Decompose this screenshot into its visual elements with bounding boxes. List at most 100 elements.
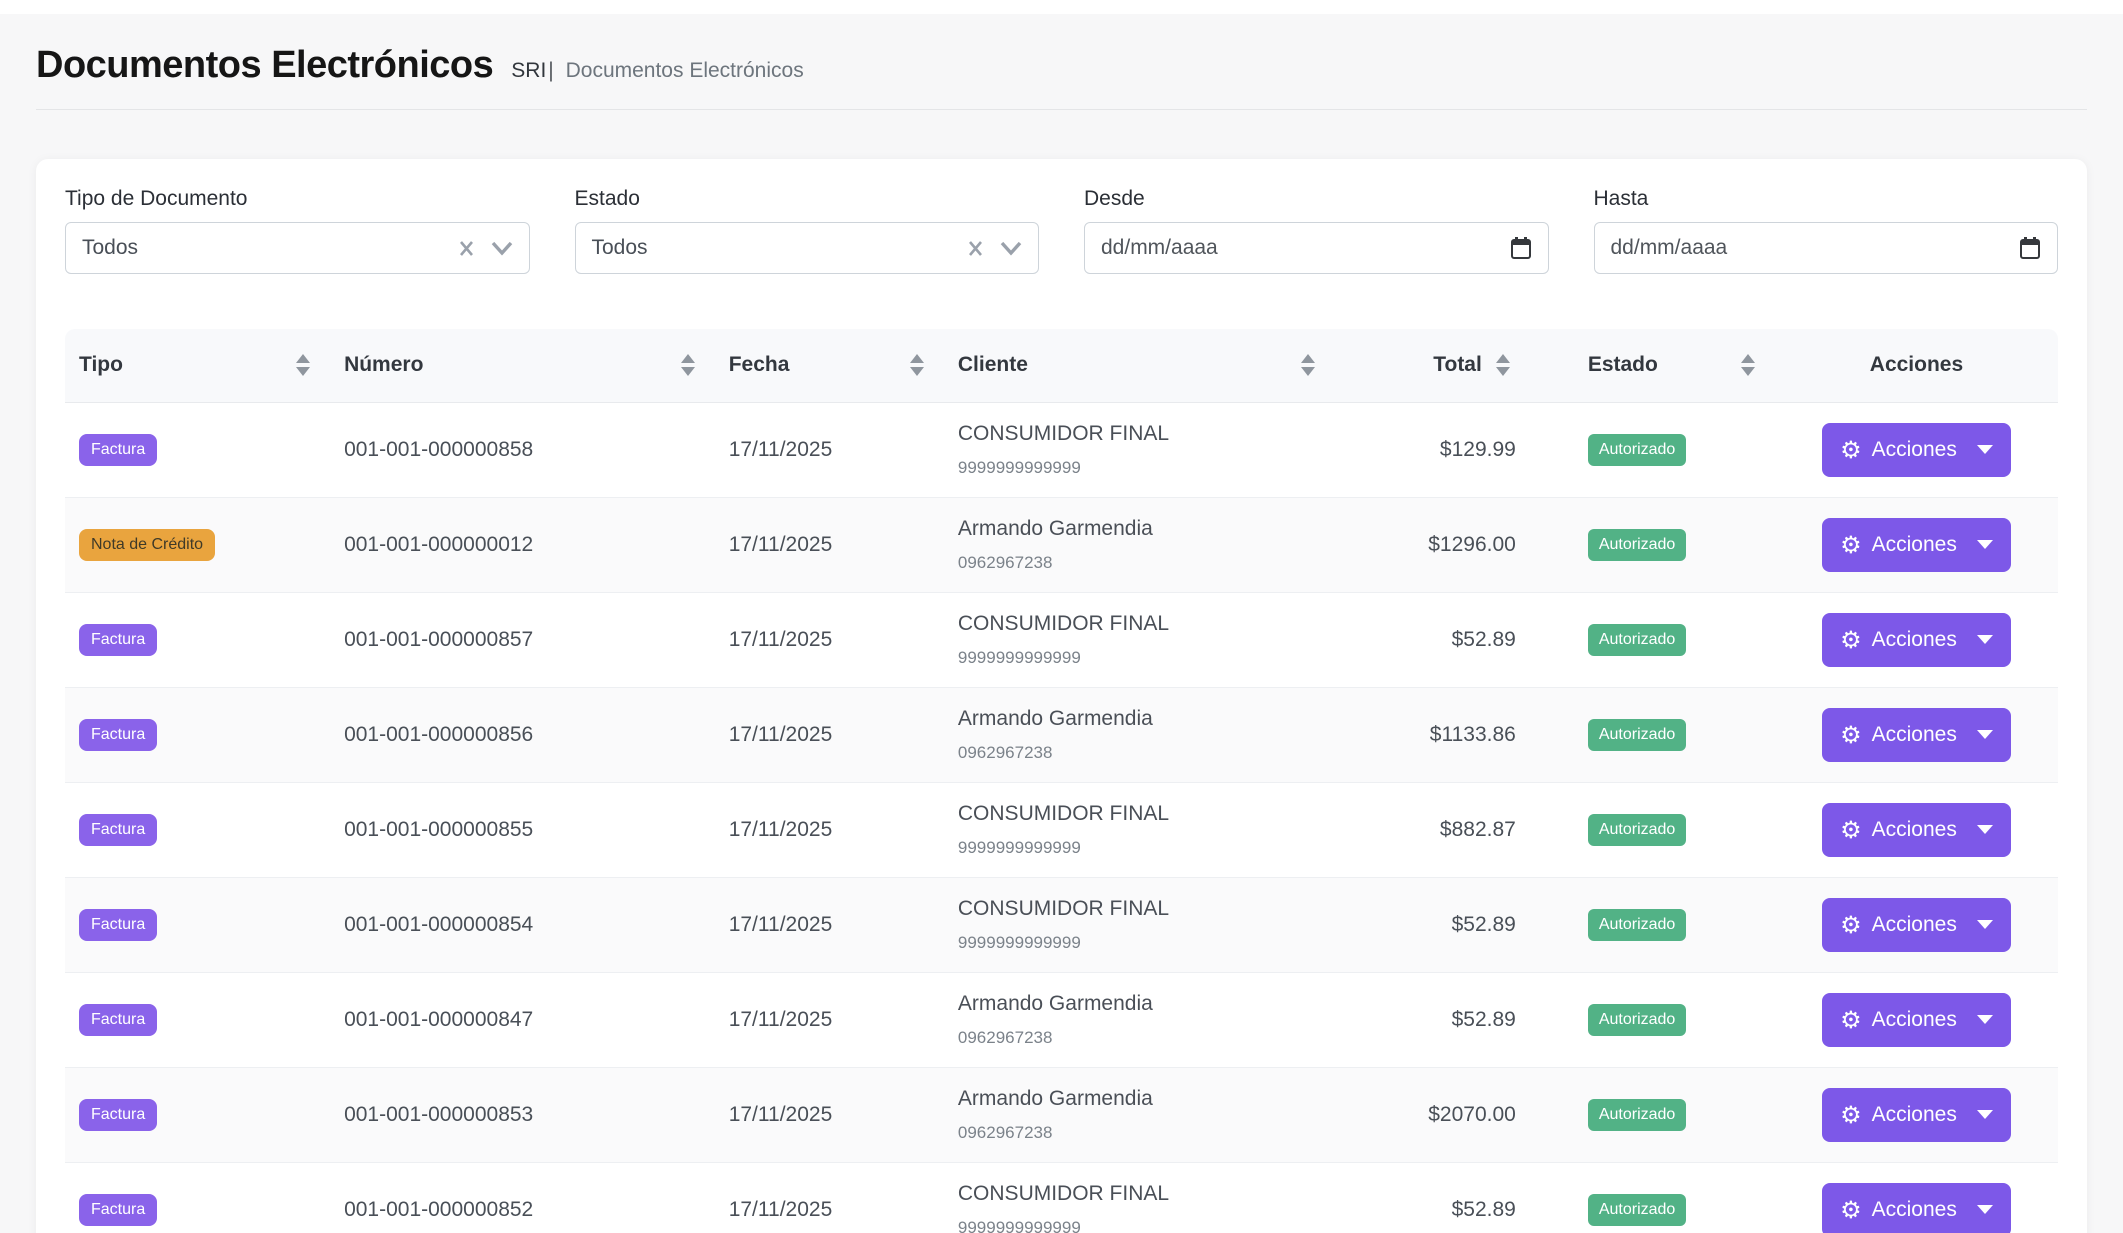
cliente-nombre: Armando Garmendia bbox=[958, 706, 1321, 732]
status-badge: Autorizado bbox=[1588, 1099, 1687, 1131]
caret-down-icon[interactable] bbox=[1977, 920, 1993, 929]
acciones-cell: ⚙ Acciones bbox=[1775, 782, 2058, 877]
estado-value: Todos bbox=[592, 236, 968, 260]
caret-down-icon[interactable] bbox=[1977, 825, 1993, 834]
acciones-button[interactable]: ⚙ Acciones bbox=[1822, 423, 2011, 477]
filters-bar: Tipo de Documento Todos Estado Todos bbox=[65, 187, 2058, 274]
acciones-cell: ⚙ Acciones bbox=[1775, 1162, 2058, 1233]
sort-icon[interactable] bbox=[1496, 354, 1516, 376]
document-type-badge: Factura bbox=[79, 1099, 157, 1131]
filter-estado: Estado Todos bbox=[575, 187, 1040, 274]
estado-select[interactable]: Todos bbox=[575, 222, 1040, 274]
acciones-button-label: Acciones bbox=[1872, 913, 1957, 937]
acciones-button[interactable]: ⚙ Acciones bbox=[1822, 708, 2011, 762]
caret-down-icon[interactable] bbox=[1977, 1110, 1993, 1119]
gear-icon: ⚙ bbox=[1840, 438, 1862, 462]
estado-cell: Autorizado bbox=[1530, 497, 1775, 592]
caret-down-icon[interactable] bbox=[1977, 635, 1993, 644]
caret-down-icon[interactable] bbox=[1977, 730, 1993, 739]
acciones-button[interactable]: ⚙ Acciones bbox=[1822, 993, 2011, 1047]
gear-icon: ⚙ bbox=[1840, 1198, 1862, 1222]
chevron-down-icon[interactable] bbox=[1000, 241, 1022, 256]
chevron-down-icon[interactable] bbox=[491, 241, 513, 256]
column-header-estado[interactable]: Estado bbox=[1530, 329, 1775, 402]
caret-down-icon[interactable] bbox=[1977, 445, 1993, 454]
column-header-cliente[interactable]: Cliente bbox=[944, 329, 1335, 402]
breadcrumb-page[interactable]: Documentos Electrónicos bbox=[566, 59, 804, 82]
caret-down-icon[interactable] bbox=[1977, 1015, 1993, 1024]
numero-cell: 001-001-000000854 bbox=[330, 877, 715, 972]
clear-x-icon[interactable] bbox=[967, 240, 984, 257]
gear-icon: ⚙ bbox=[1840, 628, 1862, 652]
tipo-cell: Factura bbox=[65, 972, 330, 1067]
page-header: Documentos Electrónicos SRI| Documentos … bbox=[0, 14, 2123, 110]
gear-icon: ⚙ bbox=[1840, 533, 1862, 557]
tipo-documento-select[interactable]: Todos bbox=[65, 222, 530, 274]
clear-x-icon[interactable] bbox=[458, 240, 475, 257]
fecha-cell: 17/11/2025 bbox=[715, 782, 944, 877]
document-type-badge: Factura bbox=[79, 1004, 157, 1036]
acciones-button[interactable]: ⚙ Acciones bbox=[1822, 518, 2011, 572]
calendar-icon[interactable] bbox=[2019, 236, 2041, 260]
cliente-cell: Armando Garmendia 0962967238 bbox=[944, 687, 1335, 782]
acciones-button[interactable]: ⚙ Acciones bbox=[1822, 898, 2011, 952]
cliente-cell: Armando Garmendia 0962967238 bbox=[944, 497, 1335, 592]
tipo-documento-value: Todos bbox=[82, 236, 458, 260]
calendar-icon[interactable] bbox=[1510, 236, 1532, 260]
filter-hasta: Hasta dd/mm/aaaa bbox=[1594, 187, 2059, 274]
sort-icon[interactable] bbox=[296, 354, 316, 376]
acciones-button-label: Acciones bbox=[1872, 818, 1957, 842]
fecha-cell: 17/11/2025 bbox=[715, 972, 944, 1067]
acciones-cell: ⚙ Acciones bbox=[1775, 687, 2058, 782]
sort-icon[interactable] bbox=[1301, 354, 1321, 376]
sort-icon[interactable] bbox=[1741, 354, 1761, 376]
hasta-date-input[interactable]: dd/mm/aaaa bbox=[1594, 222, 2059, 274]
estado-cell: Autorizado bbox=[1530, 592, 1775, 687]
column-header-fecha[interactable]: Fecha bbox=[715, 329, 944, 402]
fecha-cell: 17/11/2025 bbox=[715, 592, 944, 687]
documents-table: Tipo Número Fecha Cliente bbox=[65, 329, 2058, 1233]
column-header-tipo[interactable]: Tipo bbox=[65, 329, 330, 402]
gear-icon: ⚙ bbox=[1840, 913, 1862, 937]
total-cell: $2070.00 bbox=[1335, 1067, 1530, 1162]
cliente-nombre: CONSUMIDOR FINAL bbox=[958, 421, 1321, 447]
table-row: Factura 001-001-000000857 17/11/2025 CON… bbox=[65, 592, 2058, 687]
sort-icon[interactable] bbox=[910, 354, 930, 376]
acciones-button-label: Acciones bbox=[1872, 723, 1957, 747]
total-cell: $1133.86 bbox=[1335, 687, 1530, 782]
estado-label: Estado bbox=[575, 187, 1040, 211]
cliente-id: 0962967238 bbox=[958, 743, 1321, 763]
hasta-label: Hasta bbox=[1594, 187, 2059, 211]
total-cell: $52.89 bbox=[1335, 877, 1530, 972]
fecha-cell: 17/11/2025 bbox=[715, 1067, 944, 1162]
column-header-numero[interactable]: Número bbox=[330, 329, 715, 402]
column-header-total[interactable]: Total bbox=[1335, 329, 1530, 402]
sort-icon[interactable] bbox=[681, 354, 701, 376]
table-row: Factura 001-001-000000847 17/11/2025 Arm… bbox=[65, 972, 2058, 1067]
fecha-cell: 17/11/2025 bbox=[715, 497, 944, 592]
gear-icon: ⚙ bbox=[1840, 1103, 1862, 1127]
caret-down-icon[interactable] bbox=[1977, 1205, 1993, 1214]
table-row: Nota de Crédito 001-001-000000012 17/11/… bbox=[65, 497, 2058, 592]
total-cell: $52.89 bbox=[1335, 1162, 1530, 1233]
document-type-badge: Factura bbox=[79, 719, 157, 751]
cliente-nombre: Armando Garmendia bbox=[958, 516, 1321, 542]
acciones-button[interactable]: ⚙ Acciones bbox=[1822, 803, 2011, 857]
gear-icon: ⚙ bbox=[1840, 723, 1862, 747]
acciones-cell: ⚙ Acciones bbox=[1775, 1067, 2058, 1162]
header-divider bbox=[36, 109, 2087, 110]
cliente-nombre: Armando Garmendia bbox=[958, 1086, 1321, 1112]
cliente-cell: CONSUMIDOR FINAL 9999999999999 bbox=[944, 877, 1335, 972]
status-badge: Autorizado bbox=[1588, 624, 1687, 656]
estado-cell: Autorizado bbox=[1530, 877, 1775, 972]
acciones-button[interactable]: ⚙ Acciones bbox=[1822, 1088, 2011, 1142]
desde-date-input[interactable]: dd/mm/aaaa bbox=[1084, 222, 1549, 274]
acciones-button[interactable]: ⚙ Acciones bbox=[1822, 1183, 2011, 1233]
caret-down-icon[interactable] bbox=[1977, 540, 1993, 549]
acciones-cell: ⚙ Acciones bbox=[1775, 877, 2058, 972]
top-navbar bbox=[0, 0, 2123, 14]
status-badge: Autorizado bbox=[1588, 719, 1687, 751]
cliente-cell: CONSUMIDOR FINAL 9999999999999 bbox=[944, 1162, 1335, 1233]
acciones-button[interactable]: ⚙ Acciones bbox=[1822, 613, 2011, 667]
cliente-nombre: CONSUMIDOR FINAL bbox=[958, 896, 1321, 922]
